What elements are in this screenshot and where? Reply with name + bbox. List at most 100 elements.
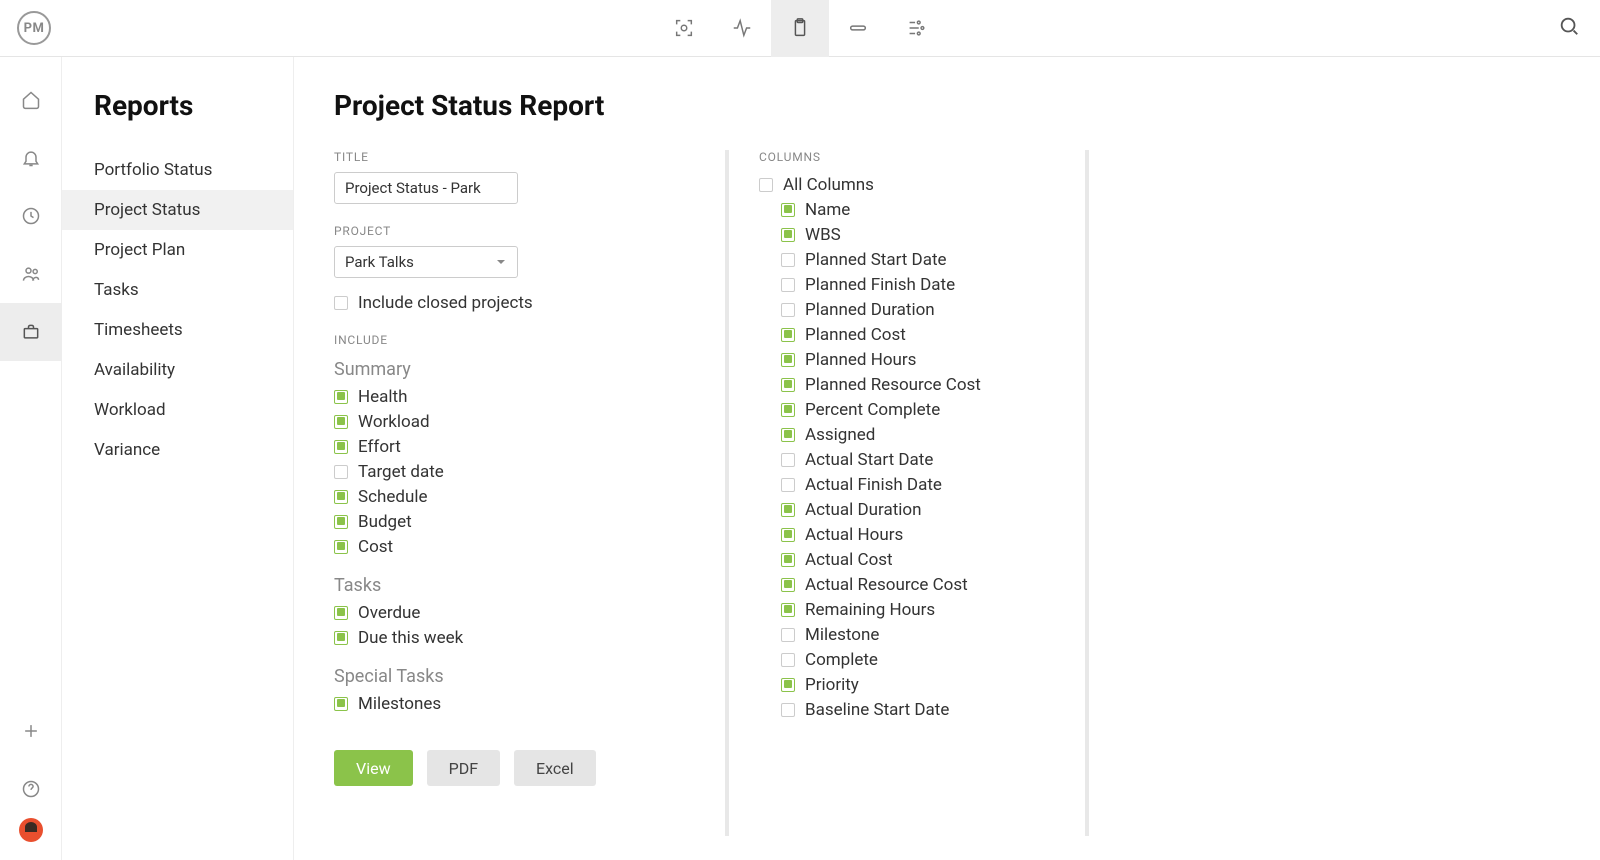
include-due-this-week-checkbox[interactable]: Due this week [334, 625, 695, 650]
checkbox-label: Name [805, 200, 850, 220]
column-planned-cost-checkbox[interactable]: Planned Cost [781, 322, 1085, 347]
column-name-checkbox[interactable]: Name [781, 197, 1085, 222]
checkbox-label: Remaining Hours [805, 600, 935, 620]
people-icon[interactable] [0, 245, 62, 303]
sidebar-title: Reports [62, 89, 293, 150]
title-input[interactable] [334, 172, 518, 204]
column-actual-start-date-checkbox[interactable]: Actual Start Date [781, 447, 1085, 472]
column-actual-resource-cost-checkbox[interactable]: Actual Resource Cost [781, 572, 1085, 597]
search-icon[interactable] [1558, 15, 1580, 41]
column-planned-resource-cost-checkbox[interactable]: Planned Resource Cost [781, 372, 1085, 397]
checkbox-label: Milestone [805, 625, 879, 645]
briefcase-icon[interactable] [0, 303, 62, 361]
flow-icon[interactable] [887, 0, 945, 57]
include-cost-checkbox[interactable]: Cost [334, 534, 695, 559]
help-icon[interactable] [0, 760, 62, 818]
include-effort-checkbox[interactable]: Effort [334, 434, 695, 459]
sidebar-item-project-status[interactable]: Project Status [62, 190, 293, 230]
column-planned-start-date-checkbox[interactable]: Planned Start Date [781, 247, 1085, 272]
checkbox-label: Overdue [358, 603, 420, 623]
include-group-tasks: Tasks [334, 575, 695, 596]
checkbox-label: Planned Start Date [805, 250, 947, 270]
include-overdue-checkbox[interactable]: Overdue [334, 600, 695, 625]
scan-icon[interactable] [655, 0, 713, 57]
column-actual-hours-checkbox[interactable]: Actual Hours [781, 522, 1085, 547]
checkbox-label: Actual Finish Date [805, 475, 942, 495]
pdf-button[interactable]: PDF [427, 750, 500, 786]
column-priority-checkbox[interactable]: Priority [781, 672, 1085, 697]
activity-icon[interactable] [713, 0, 771, 57]
sidebar-item-timesheets[interactable]: Timesheets [62, 310, 293, 350]
checkbox-label: WBS [805, 225, 841, 245]
column-percent-complete-checkbox[interactable]: Percent Complete [781, 397, 1085, 422]
left-rail [0, 57, 62, 860]
column-remaining-hours-checkbox[interactable]: Remaining Hours [781, 597, 1085, 622]
checkbox-label: Planned Resource Cost [805, 375, 981, 395]
sidebar-item-variance[interactable]: Variance [62, 430, 293, 470]
checkbox-label: Milestones [358, 694, 441, 714]
include-target-date-checkbox[interactable]: Target date [334, 459, 695, 484]
column-complete-checkbox[interactable]: Complete [781, 647, 1085, 672]
checkbox-label: Percent Complete [805, 400, 940, 420]
checkbox-label: Actual Start Date [805, 450, 933, 470]
checkbox-label: Planned Duration [805, 300, 935, 320]
include-closed-checkbox[interactable]: Include closed projects [334, 290, 695, 315]
checkbox-label: Actual Resource Cost [805, 575, 968, 595]
checkbox-label: Planned Hours [805, 350, 916, 370]
column-actual-duration-checkbox[interactable]: Actual Duration [781, 497, 1085, 522]
column-actual-finish-date-checkbox[interactable]: Actual Finish Date [781, 472, 1085, 497]
all-columns-checkbox[interactable]: All Columns [759, 172, 1085, 197]
action-buttons: View PDF Excel [334, 750, 695, 786]
column-wbs-checkbox[interactable]: WBS [781, 222, 1085, 247]
sidebar-item-project-plan[interactable]: Project Plan [62, 230, 293, 270]
include-label: INCLUDE [334, 333, 695, 347]
checkbox-label: Actual Cost [805, 550, 893, 570]
checkbox-label: Priority [805, 675, 859, 695]
checkbox-label: Planned Finish Date [805, 275, 955, 295]
column-planned-finish-date-checkbox[interactable]: Planned Finish Date [781, 272, 1085, 297]
avatar[interactable] [19, 818, 43, 842]
include-closed-label: Include closed projects [358, 293, 533, 313]
sidebar-item-availability[interactable]: Availability [62, 350, 293, 390]
include-schedule-checkbox[interactable]: Schedule [334, 484, 695, 509]
include-health-checkbox[interactable]: Health [334, 384, 695, 409]
project-label: PROJECT [334, 224, 695, 238]
checkbox-label: Planned Cost [805, 325, 906, 345]
plus-icon[interactable] [0, 702, 62, 760]
column-planned-hours-checkbox[interactable]: Planned Hours [781, 347, 1085, 372]
checkbox-label: Complete [805, 650, 878, 670]
topbar: PM [0, 0, 1600, 57]
logo: PM [17, 11, 51, 45]
checkbox-label: Cost [358, 537, 393, 557]
view-button[interactable]: View [334, 750, 413, 786]
clipboard-icon[interactable] [771, 0, 829, 57]
clock-icon[interactable] [0, 187, 62, 245]
include-group-special-tasks: Special Tasks [334, 666, 695, 687]
bell-icon[interactable] [0, 129, 62, 187]
checkbox-label: Workload [358, 412, 430, 432]
column-milestone-checkbox[interactable]: Milestone [781, 622, 1085, 647]
checkbox-label: Actual Hours [805, 525, 903, 545]
column-baseline-start-date-checkbox[interactable]: Baseline Start Date [781, 697, 1085, 722]
home-icon[interactable] [0, 71, 62, 129]
sidebar-item-tasks[interactable]: Tasks [62, 270, 293, 310]
title-label: TITLE [334, 150, 695, 164]
sidebar-item-portfolio-status[interactable]: Portfolio Status [62, 150, 293, 190]
excel-button[interactable]: Excel [514, 750, 596, 786]
main-content: Project Status Report TITLE PROJECT Park… [294, 57, 1600, 860]
column-actual-cost-checkbox[interactable]: Actual Cost [781, 547, 1085, 572]
include-budget-checkbox[interactable]: Budget [334, 509, 695, 534]
config-left-column: TITLE PROJECT Park Talks Include closed … [334, 150, 729, 836]
checkbox-label: Baseline Start Date [805, 700, 949, 720]
checkbox-label: Assigned [805, 425, 875, 445]
project-select-value: Park Talks [345, 253, 414, 271]
include-workload-checkbox[interactable]: Workload [334, 409, 695, 434]
project-select[interactable]: Park Talks [334, 246, 518, 278]
column-assigned-checkbox[interactable]: Assigned [781, 422, 1085, 447]
column-planned-duration-checkbox[interactable]: Planned Duration [781, 297, 1085, 322]
sidebar-item-workload[interactable]: Workload [62, 390, 293, 430]
checkbox-label: Effort [358, 437, 401, 457]
include-group-summary: Summary [334, 359, 695, 380]
include-milestones-checkbox[interactable]: Milestones [334, 691, 695, 716]
link-icon[interactable] [829, 0, 887, 57]
